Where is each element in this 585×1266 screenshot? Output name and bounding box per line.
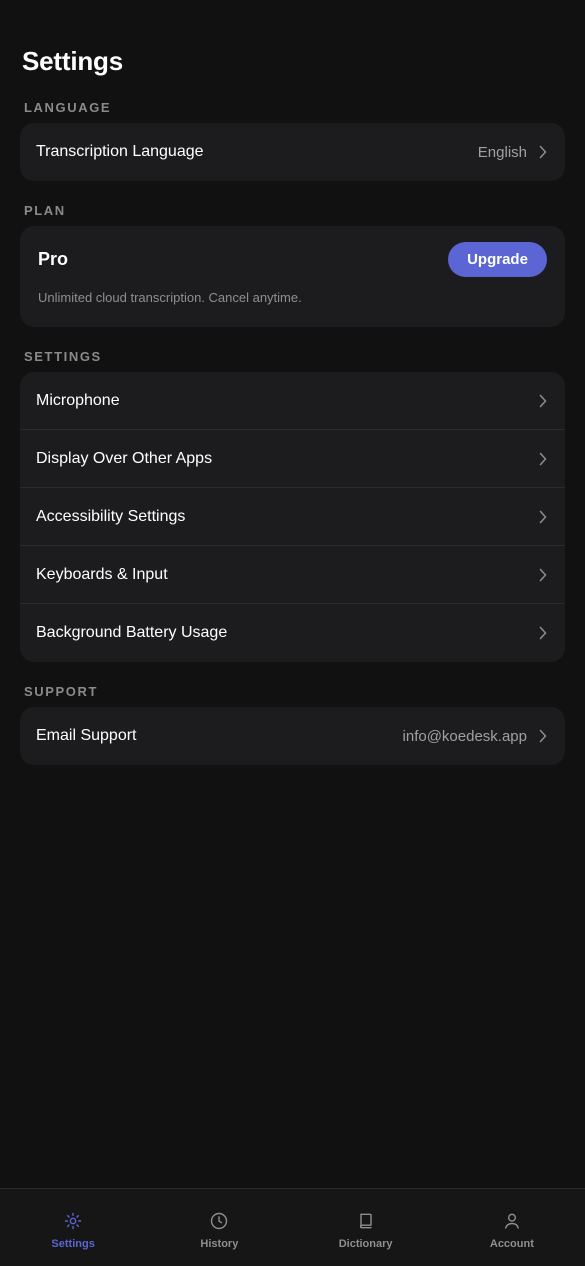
book-icon	[359, 1213, 372, 1229]
row-label: Microphone	[36, 391, 120, 409]
chevron-right-icon	[539, 729, 549, 743]
row-value: info@koedesk.app	[402, 727, 527, 745]
tab-label: Settings	[51, 1238, 95, 1250]
plan-card: Pro Upgrade Unlimited cloud transcriptio…	[20, 226, 565, 327]
tab-account[interactable]: Account	[439, 1189, 585, 1266]
settings-card: Microphone Display Over Other Apps Acces…	[20, 372, 565, 662]
chevron-right-icon	[539, 568, 549, 582]
upgrade-button[interactable]: Upgrade	[448, 242, 547, 277]
row-label: Email Support	[36, 727, 137, 744]
plan-description: Unlimited cloud transcription. Cancel an…	[38, 290, 302, 305]
chevron-right-icon	[539, 394, 549, 408]
section-label-support: SUPPORT	[24, 684, 99, 699]
section-label-language: LANGUAGE	[24, 100, 112, 115]
microphone-row[interactable]: Microphone	[20, 372, 565, 430]
support-card: Email Support info@koedesk.app	[20, 707, 565, 765]
row-label: Background Battery Usage	[36, 624, 228, 641]
language-card: Transcription Language English	[20, 123, 565, 181]
row-label: Accessibility Settings	[36, 507, 186, 525]
background-battery-usage-row[interactable]: Background Battery Usage	[20, 604, 565, 662]
tab-settings[interactable]: Settings	[0, 1189, 146, 1266]
chevron-right-icon	[539, 510, 549, 524]
row-label: Display Over Other Apps	[36, 449, 213, 467]
section-label-plan: PLAN	[24, 203, 66, 218]
chevron-right-icon	[539, 452, 549, 466]
row-label: Transcription Language	[36, 143, 204, 160]
clock-icon	[211, 1212, 228, 1230]
bottom-tab-bar: Settings History Dictionary Account	[0, 1188, 585, 1266]
tab-label: Account	[489, 1238, 534, 1250]
row-label: Keyboards & Input	[36, 565, 168, 583]
person-icon	[504, 1213, 519, 1229]
keyboards-input-row[interactable]: Keyboards & Input	[20, 546, 565, 604]
tab-label: Dictionary	[338, 1238, 393, 1250]
row-value: English	[477, 143, 527, 161]
tab-label: History	[200, 1238, 239, 1250]
tab-history[interactable]: History	[146, 1189, 292, 1266]
display-over-other-apps-row[interactable]: Display Over Other Apps	[20, 430, 565, 488]
plan-name: Pro	[38, 249, 69, 269]
transcription-language-row[interactable]: Transcription Language English	[20, 123, 565, 181]
email-support-row[interactable]: Email Support info@koedesk.app	[20, 707, 565, 765]
chevron-right-icon	[539, 145, 549, 159]
page-title: Settings	[22, 46, 123, 76]
accessibility-settings-row[interactable]: Accessibility Settings	[20, 488, 565, 546]
section-label-settings: SETTINGS	[24, 349, 102, 364]
settings-screen: Settings LANGUAGE Transcription Language…	[0, 0, 585, 1266]
chevron-right-icon	[539, 626, 549, 640]
gear-icon	[64, 1212, 82, 1230]
tab-dictionary[interactable]: Dictionary	[293, 1189, 439, 1266]
